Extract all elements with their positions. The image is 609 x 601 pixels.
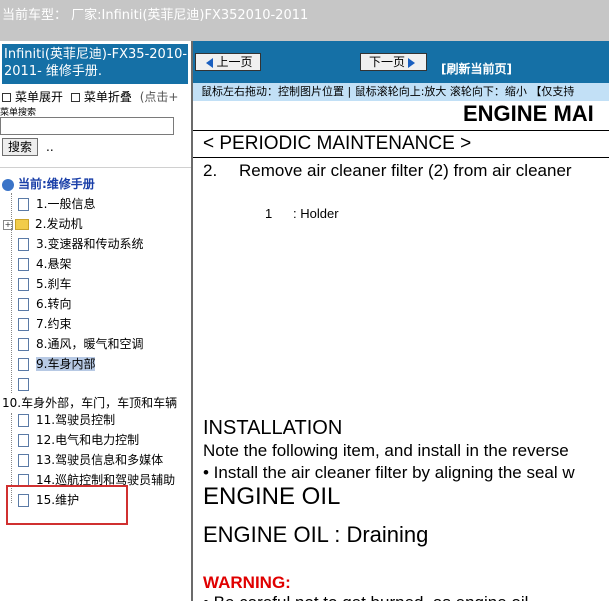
document-icon (18, 278, 29, 291)
tree-item-7[interactable]: 7.约束 (18, 315, 71, 333)
left-panel: Infiniti(英菲尼迪)-FX35-2010- 2011- 维修手册. 菜单… (0, 41, 191, 601)
tree-current-label: 当前:维修手册 (18, 177, 95, 191)
title-rule (193, 130, 609, 131)
highlight-box (6, 485, 128, 525)
step-number: 2. (203, 161, 218, 180)
installation-note: Note the following item, and install in … (203, 441, 569, 460)
legend-number: 1 (265, 206, 273, 221)
tree-item-blank[interactable] (18, 375, 36, 393)
document-icon (18, 298, 29, 311)
navigation-bar: 上一页 下一页 [刷新当前页] (193, 41, 609, 87)
manual-page[interactable]: ENGINE MAI < PERIODIC MAINTENANCE > 2. R… (193, 101, 609, 601)
document-icon (18, 198, 29, 211)
tree-item-label: 12.电气和电力控制 (36, 433, 140, 447)
expand-plus-icon[interactable]: + (3, 219, 13, 230)
tree-item-13[interactable]: 13.驾驶员信息和多媒体 (18, 451, 163, 469)
menu-hint: (点击+ (139, 90, 179, 104)
prev-page-button[interactable]: 上一页 (195, 53, 261, 71)
manual-title-line1: Infiniti(英菲尼迪)-FX35-2010- (4, 47, 188, 62)
menu-collapse-link[interactable]: 菜单折叠 (84, 90, 132, 104)
tree-item-11[interactable]: 11.驾驶员控制 (18, 411, 115, 429)
warning-text: • Be careful not to get burned, as engin… (203, 593, 528, 601)
manual-title-line2: 2011- 维修手册. (4, 64, 103, 79)
tree-item-9[interactable]: 9.车身内部 (18, 355, 96, 373)
usage-hint-bar: 鼠标左右拖动：控制图片位置 | 鼠标滚轮向上:放大 滚轮向下：缩小 【仅支持 (193, 83, 609, 101)
subsection-rule (193, 157, 609, 158)
section-title: ENGINE MAI (463, 101, 594, 126)
arrow-right-icon (408, 57, 415, 68)
tree-item-12[interactable]: 12.电气和电力控制 (18, 431, 139, 449)
document-icon (18, 318, 29, 331)
installation-bullet: • Install the air cleaner filter by alig… (203, 463, 575, 482)
tree-item-label: 6.转向 (36, 297, 72, 311)
document-icon (18, 338, 29, 351)
tree-item-8[interactable]: 8.通风，暖气和空调 (18, 335, 143, 353)
document-icon (18, 378, 29, 391)
divider (0, 167, 191, 168)
warning-label: WARNING: (203, 573, 291, 592)
installation-heading: INSTALLATION (203, 417, 343, 439)
collapse-square-icon (70, 93, 80, 102)
tree-item-5[interactable]: 5.刹车 (18, 275, 71, 293)
tree-item-label: 1.一般信息 (36, 197, 96, 211)
expand-square-icon (2, 93, 11, 102)
document-icon (18, 238, 29, 251)
tree-item-label: 3.变速器和传动系统 (36, 237, 144, 251)
step-text: Remove air cleaner filter (2) from air c… (239, 161, 572, 180)
document-icon (18, 358, 29, 371)
menu-expand-link[interactable]: 菜单展开 (15, 90, 63, 104)
globe-icon (2, 178, 14, 191)
tree-item-2[interactable]: +2.发动机 (3, 215, 82, 233)
search-dots: .. (46, 140, 54, 154)
document-icon (18, 258, 29, 271)
engine-oil-heading: ENGINE OIL (203, 483, 341, 510)
folder-icon (15, 219, 29, 230)
tree-item-label: 2.发动机 (35, 217, 83, 231)
arrow-left-icon (206, 57, 214, 68)
next-page-label: 下一页 (368, 55, 405, 69)
document-icon (18, 454, 29, 467)
tree-item-label: 7.约束 (36, 317, 72, 331)
tree-item-10[interactable]: 10.车身外部，车门，车顶和车辆 (2, 394, 177, 412)
engine-oil-draining-heading: ENGINE OIL : Draining (203, 522, 429, 547)
legend-text: : Holder (293, 206, 339, 221)
window-title: 当前车型： 厂家:Infiniti(英菲尼迪)FX352010-2011 (2, 8, 309, 23)
tree-item-label: 13.驾驶员信息和多媒体 (36, 453, 164, 467)
manual-title-header: Infiniti(英菲尼迪)-FX35-2010- 2011- 维修手册. (2, 44, 188, 84)
document-icon (18, 434, 29, 447)
search-button[interactable]: 搜索 (2, 138, 38, 156)
window-title-bar: 当前车型： 厂家:Infiniti(英菲尼迪)FX352010-2011 (0, 0, 609, 41)
content-panel: 上一页 下一页 [刷新当前页] 鼠标左右拖动：控制图片位置 | 鼠标滚轮向上:放… (193, 41, 609, 601)
subsection-title: < PERIODIC MAINTENANCE > (203, 133, 472, 154)
search-input[interactable] (0, 117, 174, 135)
tree-current-node[interactable]: 当前:维修手册 (2, 175, 95, 193)
tree-item-label: 8.通风，暖气和空调 (36, 337, 144, 351)
tree-item-label-selected: 9.车身内部 (36, 357, 96, 371)
tree-item-label: 5.刹车 (36, 277, 72, 291)
prev-page-label: 上一页 (216, 55, 253, 69)
tree-item-label: 10.车身外部，车门，车顶和车辆 (2, 396, 178, 410)
tree-item-label: 4.悬架 (36, 257, 72, 271)
document-icon (18, 414, 29, 427)
refresh-page-link[interactable]: [刷新当前页] (441, 60, 512, 77)
tree-item-4[interactable]: 4.悬架 (18, 255, 71, 273)
menu-controls: 菜单展开 菜单折叠 (点击+ (2, 88, 191, 105)
tree-item-3[interactable]: 3.变速器和传动系统 (18, 235, 143, 253)
tree-item-1[interactable]: 1.一般信息 (18, 195, 95, 213)
tree-item-label: 11.驾驶员控制 (36, 413, 116, 427)
tree-item-6[interactable]: 6.转向 (18, 295, 71, 313)
next-page-button[interactable]: 下一页 (360, 53, 427, 71)
